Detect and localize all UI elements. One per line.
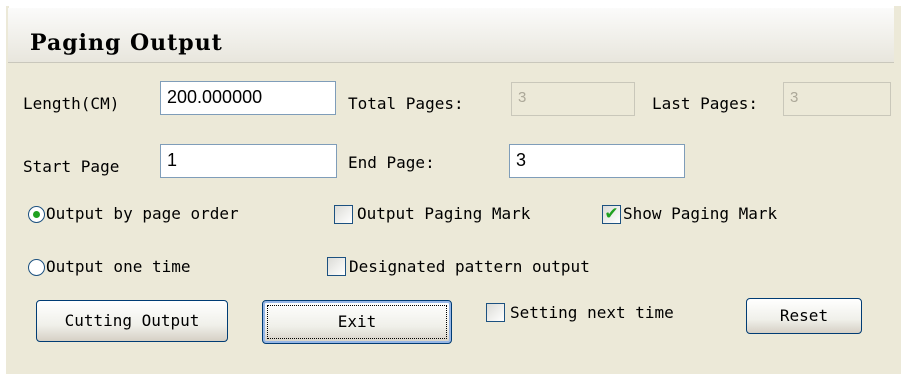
radio-selected-dot (33, 211, 40, 218)
last-pages-field: 3 (783, 82, 891, 116)
title-bar[interactable]: Paging Output (8, 8, 894, 63)
output-paging-mark-label[interactable]: Output Paging Mark (357, 204, 530, 224)
output-one-time-label[interactable]: Output one time (46, 257, 191, 277)
window-title: Paging Output (30, 30, 223, 56)
designated-pattern-output-checkbox[interactable] (327, 257, 346, 276)
end-page-label: End Page: (348, 153, 435, 172)
setting-next-time-label[interactable]: Setting next time (510, 303, 674, 323)
output-paging-mark-checkbox[interactable] (334, 205, 353, 224)
paging-output-dialog: Paging Output Length(CM) 200.000000 Tota… (0, 0, 901, 374)
end-page-input[interactable]: 3 (509, 144, 685, 178)
output-one-time-radio[interactable] (28, 259, 45, 276)
show-paging-mark-checkbox[interactable]: ✔ (602, 204, 621, 224)
reset-button[interactable]: Reset (746, 298, 862, 334)
length-input[interactable]: 200.000000 (160, 81, 336, 115)
setting-next-time-checkbox[interactable] (486, 303, 505, 322)
cutting-output-button[interactable]: Cutting Output (36, 300, 228, 342)
designated-pattern-output-label[interactable]: Designated pattern output (349, 257, 590, 277)
show-paging-mark-label[interactable]: Show Paging Mark (623, 204, 777, 224)
length-label: Length(CM) (23, 94, 120, 113)
start-page-input[interactable]: 1 (160, 144, 337, 178)
start-page-label: Start Page (23, 157, 120, 176)
total-pages-field: 3 (511, 82, 635, 116)
exit-button[interactable]: Exit (262, 300, 452, 344)
checkmark-icon: ✔ (604, 204, 619, 224)
last-pages-label: Last Pages: (652, 94, 758, 113)
output-by-page-order-label[interactable]: Output by page order (46, 204, 239, 224)
window-edge-right (894, 6, 901, 374)
total-pages-label: Total Pages: (348, 94, 464, 113)
focus-rectangle (267, 305, 447, 339)
content-panel: Length(CM) 200.000000 Total Pages: 3 Las… (9, 63, 894, 374)
output-by-page-order-radio[interactable] (28, 206, 45, 223)
